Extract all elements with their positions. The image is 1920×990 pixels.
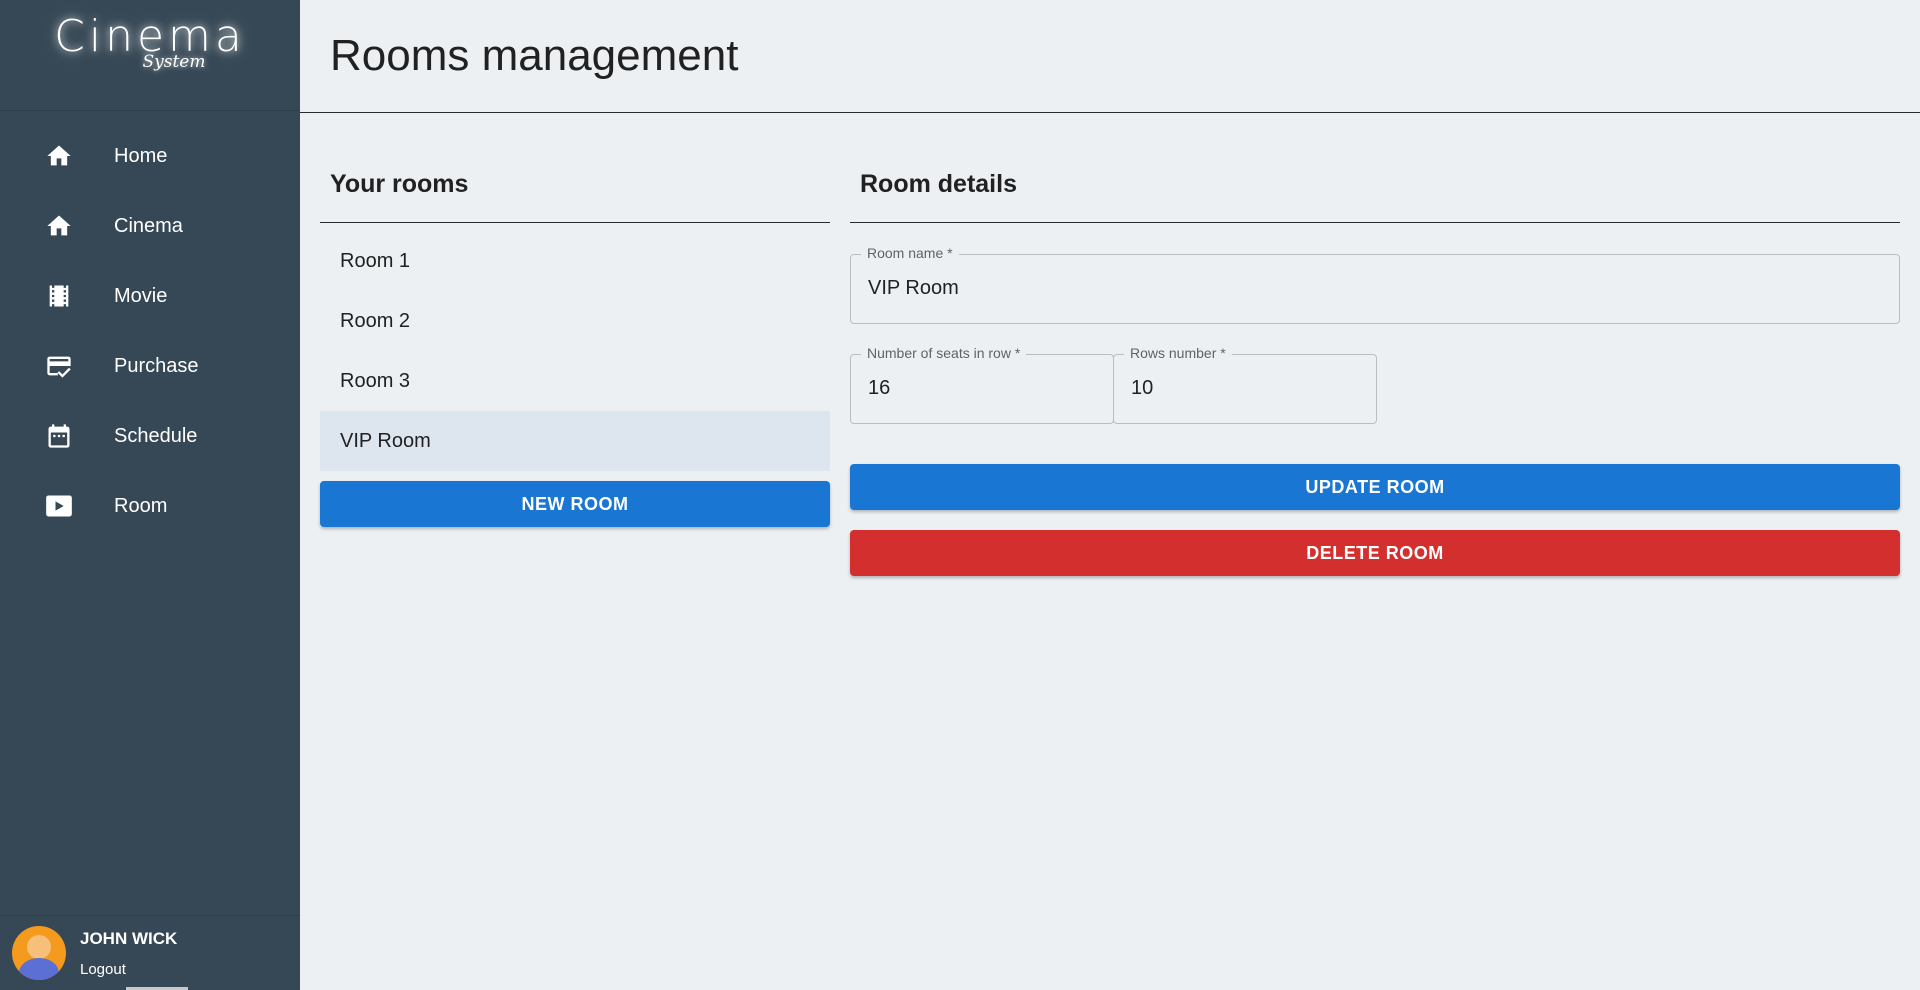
sidebar-item-room[interactable]: Room [0, 471, 300, 541]
room-name-field[interactable]: Room name * VIP Room [850, 245, 1900, 324]
sidebar-item-label: Purchase [114, 354, 199, 377]
seats-in-row-label: Number of seats in row * [861, 345, 1027, 361]
rows-number-label: Rows number * [1124, 345, 1232, 361]
sidebar-item-movie[interactable]: Movie [0, 261, 300, 331]
app-logo[interactable]: Cinema System [0, 0, 300, 111]
logo-subtitle: System [142, 52, 206, 72]
rows-number-field[interactable]: Rows number * 10 [1113, 345, 1377, 424]
user-profile: JOHN WICK Logout [0, 915, 300, 990]
rooms-panel-title: Your rooms [320, 170, 830, 223]
sidebar-item-home[interactable]: Home [0, 121, 300, 191]
rooms-panel: Your rooms Room 1 Room 2 Room 3 VIP Room… [320, 170, 830, 527]
room-details-panel: Room details Room name * VIP Room Number… [850, 170, 1900, 576]
rows-number-input[interactable]: 10 [1131, 377, 1153, 400]
sidebar-nav: Home Cinema Movie Purchase Schedule Room [0, 111, 300, 541]
sidebar-item-label: Home [114, 144, 168, 167]
room-name-label: Room name * [861, 245, 959, 261]
sidebar-item-label: Room [114, 494, 168, 517]
sidebar-item-cinema[interactable]: Cinema [0, 191, 300, 261]
sidebar-item-label: Schedule [114, 424, 198, 447]
avatar[interactable] [12, 926, 66, 980]
room-list-item-selected[interactable]: VIP Room [320, 411, 830, 471]
room-details-title: Room details [850, 170, 1900, 223]
new-room-button[interactable]: NEW ROOM [320, 481, 830, 527]
seats-in-row-field[interactable]: Number of seats in row * 16 [850, 345, 1114, 424]
film-icon [44, 281, 74, 311]
room-list-item[interactable]: Room 3 [320, 351, 830, 411]
room-name-input[interactable]: VIP Room [868, 277, 959, 300]
calendar-icon [44, 421, 74, 451]
sidebar-item-schedule[interactable]: Schedule [0, 401, 300, 471]
home-icon [44, 141, 74, 171]
logout-link[interactable]: Logout [80, 961, 177, 978]
play-box-icon [44, 491, 74, 521]
page-title: Rooms management [330, 31, 739, 80]
user-name: JOHN WICK [80, 928, 178, 948]
room-list-item[interactable]: Room 2 [320, 291, 830, 351]
sidebar-item-purchase[interactable]: Purchase [0, 331, 300, 401]
sidebar-item-label: Cinema [114, 214, 183, 237]
sidebar-item-label: Movie [114, 284, 168, 307]
update-room-button[interactable]: UPDATE ROOM [850, 464, 1900, 510]
sidebar: Cinema System Home Cinema Movie Purchase… [0, 0, 300, 990]
main-content: Rooms management Your rooms Room 1 Room … [300, 0, 1920, 990]
credit-card-check-icon [44, 351, 74, 381]
page-header: Rooms management [300, 0, 1920, 113]
home-icon [44, 211, 74, 241]
delete-room-button[interactable]: DELETE ROOM [850, 530, 1900, 576]
seats-in-row-input[interactable]: 16 [868, 377, 890, 400]
room-list: Room 1 Room 2 Room 3 VIP Room [320, 231, 830, 471]
room-list-item[interactable]: Room 1 [320, 231, 830, 291]
